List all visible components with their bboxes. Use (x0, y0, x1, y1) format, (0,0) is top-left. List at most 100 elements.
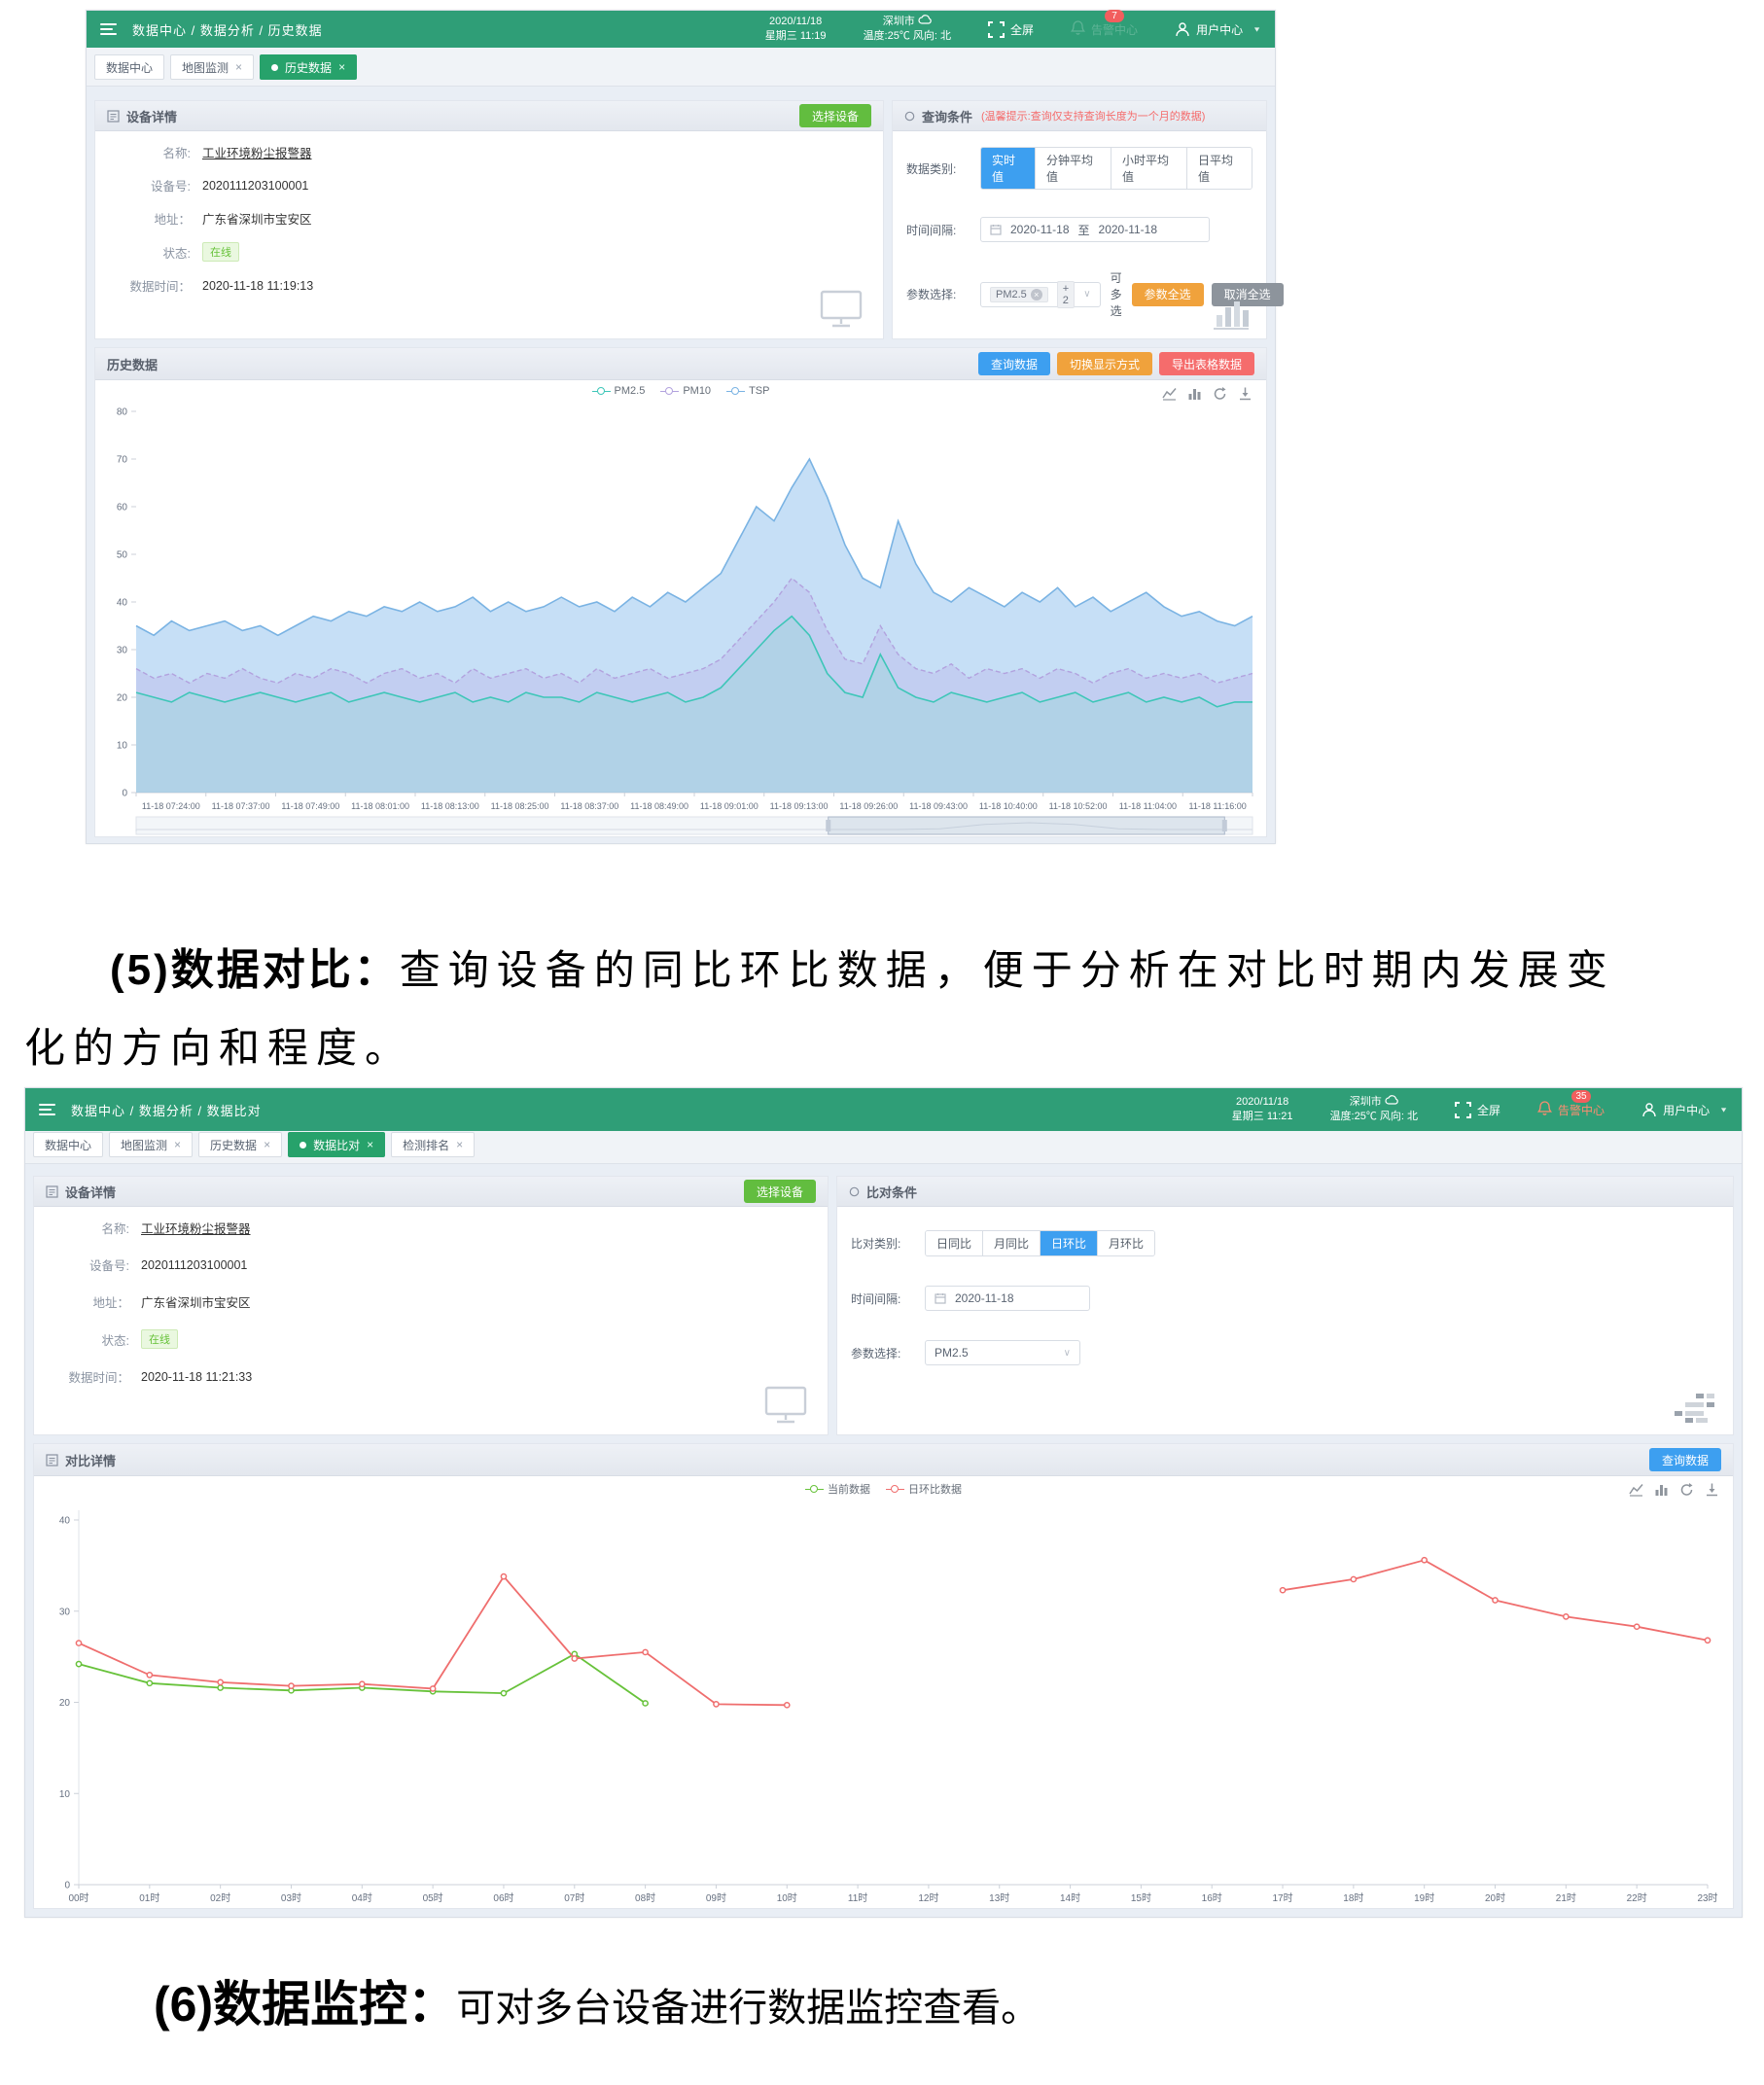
close-icon[interactable]: × (235, 61, 242, 73)
device-name-row: 名称: 工业环境粉尘报警器 (50, 1219, 812, 1237)
x-tick-label: 11-18 08:49:00 (630, 801, 688, 811)
legend-item[interactable]: 日环比数据 (886, 1481, 962, 1497)
refresh-icon[interactable] (1679, 1482, 1694, 1497)
export-table-button[interactable]: 导出表格数据 (1159, 352, 1254, 375)
tab-map-monitor[interactable]: 地图监测× (109, 1132, 193, 1157)
select-device-button[interactable]: 选择设备 (744, 1180, 816, 1203)
x-tick-label: 11-18 10:40:00 (979, 801, 1038, 811)
user-label: 用户中心 (1196, 21, 1243, 38)
select-all-params-button[interactable]: 参数全选 (1132, 283, 1204, 306)
device-status-row: 状态: 在线 (111, 242, 867, 262)
data-type-segmented: 实时值 分钟平均值 小时平均值 日平均值 (980, 147, 1252, 190)
user-center-button[interactable]: 用户中心 ▼ (1175, 21, 1261, 38)
y-tick-label: 30 (59, 1607, 71, 1617)
page-content: 设备详情 选择设备 名称: 工业环境粉尘报警器 设备号: 20201112031… (25, 1164, 1742, 1917)
select-device-button[interactable]: 选择设备 (799, 104, 871, 127)
device-data-time: 2020-11-18 11:21:33 (141, 1370, 252, 1384)
x-tick-label: 11-18 09:01:00 (700, 801, 759, 811)
fullscreen-button[interactable]: 全屏 (1455, 1102, 1500, 1118)
close-icon[interactable]: × (456, 1139, 463, 1150)
segment-day-avg[interactable]: 日平均值 (1186, 148, 1252, 189)
device-name[interactable]: 工业环境粉尘报警器 (202, 143, 312, 161)
segment-month-yoy[interactable]: 月同比 (982, 1231, 1040, 1255)
panel-icon (904, 111, 915, 122)
legend-item[interactable]: TSP (726, 385, 769, 397)
tag-close-icon[interactable]: × (1031, 289, 1042, 300)
para6-text: 可对多台设备进行数据监控查看。 (456, 1986, 1040, 2030)
datazoom-handle[interactable] (826, 820, 830, 831)
download-icon[interactable] (1238, 386, 1252, 401)
close-icon[interactable]: × (338, 61, 345, 73)
legend-item[interactable]: PM10 (660, 385, 711, 397)
tab-history-data[interactable]: 历史数据× (198, 1132, 282, 1157)
menu-icon[interactable] (100, 23, 117, 35)
datazoom-window[interactable] (829, 817, 1225, 834)
close-icon[interactable]: × (174, 1139, 181, 1150)
segment-realtime[interactable]: 实时值 (981, 148, 1035, 189)
data-point-marker (643, 1649, 648, 1654)
bar-chart-toggle-icon[interactable] (1654, 1482, 1669, 1497)
tab-data-center[interactable]: 数据中心 (33, 1132, 103, 1157)
bar-chart-toggle-icon[interactable] (1187, 386, 1202, 401)
fullscreen-button[interactable]: 全屏 (988, 21, 1034, 38)
chart-legend: 当前数据日环比数据 (34, 1481, 1733, 1497)
x-tick-label: 07时 (564, 1892, 584, 1904)
segment-hour-avg[interactable]: 小时平均值 (1111, 148, 1186, 189)
menu-icon[interactable] (39, 1104, 55, 1115)
switch-display-button[interactable]: 切换显示方式 (1057, 352, 1152, 375)
x-tick-label: 11-18 07:49:00 (281, 801, 339, 811)
tab-data-center[interactable]: 数据中心 (94, 54, 164, 80)
segment-day-mom[interactable]: 日环比 (1040, 1231, 1097, 1255)
header-datetime: 2020/11/18 星期三 11:21 (1232, 1095, 1293, 1124)
query-data-button[interactable]: 查询数据 (978, 352, 1050, 375)
user-center-button[interactable]: 用户中心 ▼ (1641, 1102, 1728, 1118)
tab-data-compare[interactable]: 数据比对× (288, 1132, 385, 1157)
chevron-down-icon: ∨ (1064, 1348, 1071, 1359)
alarm-center-button[interactable]: 35 告警中心 (1537, 1101, 1605, 1119)
segment-minute-avg[interactable]: 分钟平均值 (1035, 148, 1111, 189)
tab-history-data[interactable]: 历史数据× (260, 54, 357, 80)
chevron-down-icon: ▼ (1719, 1106, 1728, 1113)
compare-line-chart[interactable]: 01020304000时01时02时03时04时05时06时07时08时09时1… (34, 1476, 1733, 1911)
alarm-center-button[interactable]: 7 告警中心 (1071, 20, 1138, 39)
param-select-row: 参数选择: PM2.5 ∨ (851, 1340, 1719, 1365)
panel-title: 设备详情 (65, 1183, 116, 1201)
legend-item[interactable]: PM2.5 (592, 385, 646, 397)
datazoom-handle[interactable] (1222, 820, 1227, 831)
x-tick-label: 02时 (210, 1892, 230, 1904)
line-chart-toggle-icon[interactable] (1162, 386, 1177, 401)
device-sn: 2020111203100001 (202, 179, 308, 193)
segment-day-yoy[interactable]: 日同比 (926, 1231, 982, 1255)
history-area-chart[interactable]: 0102030405060708011-18 07:24:0011-18 07:… (95, 380, 1266, 835)
x-tick-label: 11-18 09:13:00 (770, 801, 829, 811)
legend-item[interactable]: 当前数据 (805, 1481, 870, 1497)
query-data-button[interactable]: 查询数据 (1649, 1448, 1721, 1471)
download-icon[interactable] (1705, 1482, 1719, 1497)
query-condition-panel: 查询条件 (温馨提示:查询仅支持查询长度为一个月的数据) 数据类别: 实时值 分… (892, 100, 1267, 339)
data-point-marker (1564, 1614, 1569, 1619)
param-select-row: 参数选择: PM2.5× + 2 ∨ 可多选 参数全选 取消全选 (906, 269, 1252, 319)
tab-map-monitor[interactable]: 地图监测× (170, 54, 254, 80)
app-header: 数据中心 / 数据分析 / 数据比对 2020/11/18 星期三 11:21 … (25, 1088, 1742, 1131)
line-chart-toggle-icon[interactable] (1629, 1482, 1643, 1497)
tab-detection-rank[interactable]: 检测排名× (391, 1132, 475, 1157)
x-tick-label: 05时 (423, 1892, 443, 1904)
fullscreen-label: 全屏 (1477, 1102, 1500, 1118)
legend-label: TSP (749, 385, 769, 397)
x-tick-label: 11-18 08:37:00 (560, 801, 618, 811)
close-icon[interactable]: × (264, 1139, 270, 1150)
device-name[interactable]: 工业环境粉尘报警器 (141, 1219, 251, 1237)
alarm-label: 告警中心 (1091, 21, 1138, 38)
date-input[interactable]: 2020-11-18 (925, 1286, 1090, 1311)
monitor-icon (763, 1386, 808, 1425)
header-weather: 深圳市 温度:25℃ 风向: 北 (1330, 1095, 1418, 1124)
segment-month-mom[interactable]: 月环比 (1097, 1231, 1154, 1255)
refresh-icon[interactable] (1213, 386, 1227, 401)
param-select[interactable]: PM2.5 ∨ (925, 1340, 1080, 1365)
close-icon[interactable]: × (367, 1139, 373, 1150)
header-week-time: 星期三 11:21 (1232, 1111, 1293, 1122)
device-address-row: 地址： 广东省深圳市宝安区 (50, 1292, 812, 1311)
param-multiselect[interactable]: PM2.5× + 2 ∨ (980, 282, 1101, 307)
date-range-input[interactable]: 2020-11-18 至 2020-11-18 (980, 217, 1210, 242)
date-to: 至 (1078, 222, 1090, 238)
